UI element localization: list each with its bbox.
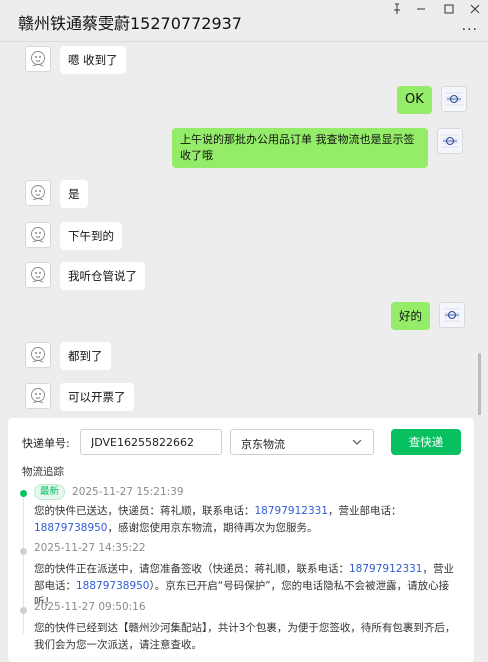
window-title: 赣州铁通蔡雯蔚15270772937 bbox=[18, 14, 242, 33]
message-item: 好的 bbox=[391, 302, 465, 330]
timeline-item-header: 2025-11-27 14:35:22 bbox=[34, 542, 146, 554]
logistics-tracking-title: 物流追踪 bbox=[22, 466, 64, 478]
message-bubble[interactable]: 嗯 收到了 bbox=[60, 46, 126, 74]
title-bar: 赣州铁通蔡雯蔚15270772937 ··· bbox=[0, 0, 488, 42]
express-tracking-panel: 快递单号: 京东物流 查快递 物流追踪 最新 2025-11-27 15:21:… bbox=[8, 418, 474, 662]
message-item: 我听仓管说了 bbox=[25, 262, 145, 290]
contact-avatar[interactable] bbox=[25, 262, 51, 288]
message-item: 上午说的那批办公用品订单 我查物流也是显示签收了哦 bbox=[172, 128, 463, 168]
event-text: 您的快件正在派送中，请您准备签收（快递员：蒋礼顺，联系电话： bbox=[34, 563, 349, 575]
more-options-icon[interactable]: ··· bbox=[462, 22, 478, 38]
tracking-number-label: 快递单号: bbox=[22, 437, 70, 450]
message-item: 下午到的 bbox=[25, 222, 122, 250]
message-item: 嗯 收到了 bbox=[25, 46, 126, 74]
timeline-dot bbox=[20, 490, 27, 497]
close-icon[interactable] bbox=[464, 2, 486, 16]
message-item: 都到了 bbox=[25, 342, 111, 370]
event-text: ，感谢您使用京东物流，期待再次为您服务。 bbox=[107, 521, 318, 534]
carrier-select[interactable]: 京东物流 bbox=[230, 429, 374, 455]
event-text: 您的快件已经到达【赣州沙河集配站】，共计3个包裹，为便于您签收，待所有包裹到齐后… bbox=[34, 622, 456, 651]
contact-avatar[interactable] bbox=[25, 342, 51, 368]
message-item: 可以开票了 bbox=[25, 383, 134, 411]
contact-avatar[interactable] bbox=[25, 383, 51, 409]
pin-icon[interactable] bbox=[386, 2, 408, 16]
carrier-selected-value: 京东物流 bbox=[241, 438, 285, 451]
maximize-icon[interactable] bbox=[438, 2, 460, 16]
message-bubble[interactable]: 下午到的 bbox=[60, 222, 122, 250]
minimize-icon[interactable] bbox=[410, 2, 432, 16]
message-bubble[interactable]: OK bbox=[397, 86, 432, 114]
timeline-item-header: 最新 2025-11-27 15:21:39 bbox=[34, 484, 184, 500]
message-bubble[interactable]: 是 bbox=[60, 180, 88, 208]
message-list[interactable]: 嗯 收到了 OK 上午说的那批办公用品订单 我查物流也是显示签收了哦 是 下午到… bbox=[0, 43, 482, 415]
tracking-number-input[interactable] bbox=[80, 429, 222, 455]
message-item: 是 bbox=[25, 180, 88, 208]
contact-avatar[interactable] bbox=[25, 180, 51, 206]
my-avatar[interactable] bbox=[440, 86, 467, 112]
chevron-down-icon bbox=[351, 436, 363, 451]
message-item: OK bbox=[397, 86, 467, 114]
event-description: 您的快件已经到达【赣州沙河集配站】，共计3个包裹，为便于您签收，待所有包裹到齐后… bbox=[34, 620, 464, 653]
chat-scrollbar[interactable] bbox=[478, 353, 481, 415]
event-time: 2025-11-27 14:35:22 bbox=[34, 542, 146, 554]
latest-badge: 最新 bbox=[34, 484, 66, 500]
message-bubble[interactable]: 都到了 bbox=[60, 342, 111, 370]
event-text: 您的快件已送达，快递员：蒋礼顺，联系电话： bbox=[34, 505, 255, 517]
event-text: ，营业部电话： bbox=[328, 505, 402, 517]
contact-avatar[interactable] bbox=[25, 46, 51, 72]
message-bubble[interactable]: 我听仓管说了 bbox=[60, 262, 145, 290]
message-bubble[interactable]: 可以开票了 bbox=[60, 383, 134, 411]
query-express-button[interactable]: 查快递 bbox=[391, 429, 461, 455]
courier-phone-link[interactable]: 18797912331 bbox=[255, 505, 329, 517]
message-bubble[interactable]: 上午说的那批办公用品订单 我查物流也是显示签收了哦 bbox=[172, 128, 428, 168]
event-description: 您的快件已送达，快递员：蒋礼顺，联系电话：18797912331，营业部电话： 1… bbox=[34, 503, 464, 536]
event-time: 2025-11-27 15:21:39 bbox=[72, 486, 184, 498]
my-avatar[interactable] bbox=[437, 128, 463, 154]
contact-avatar[interactable] bbox=[25, 222, 51, 248]
timeline-item-header: 2025-11-27 09:50:16 bbox=[34, 601, 146, 613]
station-phone-link[interactable]: 18879738950 bbox=[76, 580, 150, 592]
timeline-dot bbox=[20, 548, 27, 555]
station-phone-link[interactable]: 18879738950 bbox=[34, 522, 108, 534]
courier-phone-link[interactable]: 18797912331 bbox=[349, 563, 423, 575]
my-avatar[interactable] bbox=[439, 302, 465, 328]
message-bubble[interactable]: 好的 bbox=[391, 302, 430, 330]
event-time: 2025-11-27 09:50:16 bbox=[34, 601, 146, 613]
timeline-dot bbox=[20, 607, 27, 614]
chat-window: 赣州铁通蔡雯蔚15270772937 ··· 嗯 收到了 OK 上午说的那批办公… bbox=[0, 0, 488, 662]
